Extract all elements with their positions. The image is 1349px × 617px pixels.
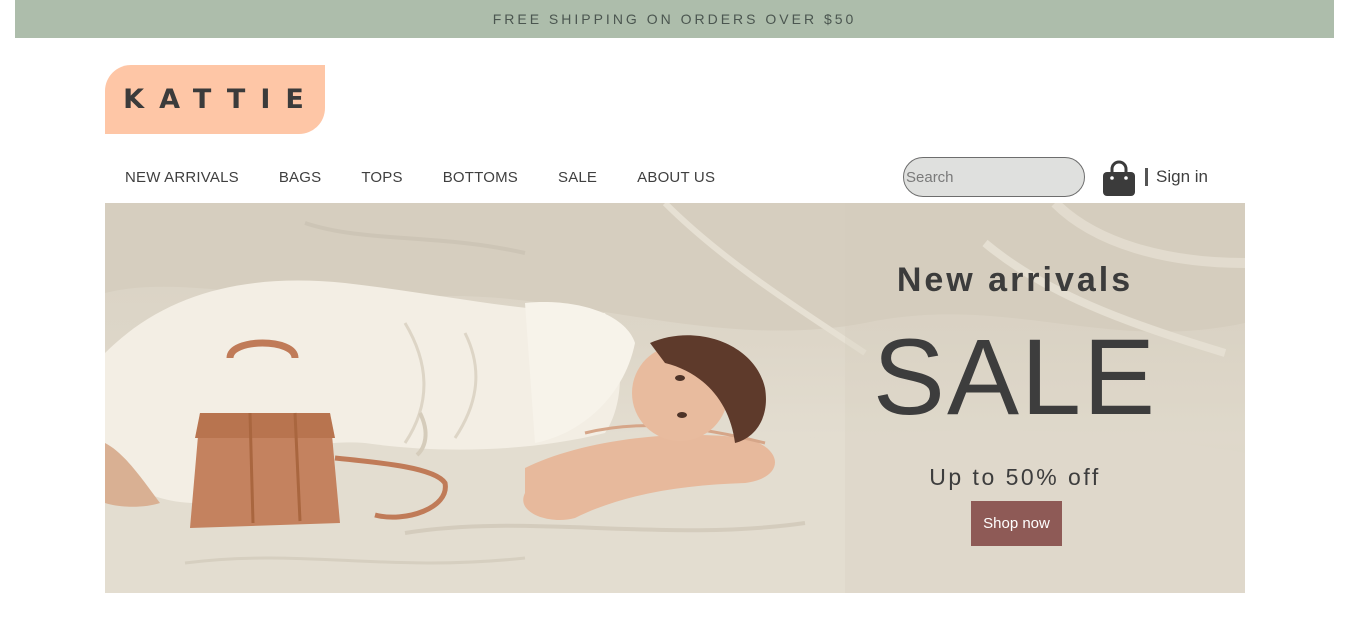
nav-item-bottoms[interactable]: BOTTOMS bbox=[443, 169, 518, 186]
cart-button[interactable] bbox=[1102, 160, 1136, 196]
main-nav: NEW ARRIVALS BAGS TOPS BOTTOMS SALE ABOU… bbox=[105, 157, 735, 197]
search-input[interactable] bbox=[903, 157, 1085, 197]
nav-item-bags[interactable]: BAGS bbox=[279, 169, 321, 186]
shop-now-button[interactable]: Shop now bbox=[971, 501, 1062, 546]
header-divider bbox=[1145, 168, 1148, 186]
promo-bar: FREE SHIPPING ON ORDERS OVER $50 bbox=[15, 0, 1334, 38]
shopping-bag-icon bbox=[1103, 160, 1135, 196]
nav-item-sale[interactable]: SALE bbox=[558, 169, 597, 186]
sign-in-link[interactable]: Sign in bbox=[1156, 167, 1208, 187]
hero-subtitle: New arrivals bbox=[896, 261, 1134, 299]
nav-item-tops[interactable]: TOPS bbox=[361, 169, 402, 186]
hero-banner: New arrivals SALE Up to 50% off Shop now bbox=[105, 203, 1245, 593]
promo-text: FREE SHIPPING ON ORDERS OVER $50 bbox=[492, 11, 857, 27]
logo-text: KATTIE bbox=[123, 84, 319, 115]
hero-title: SALE bbox=[872, 316, 1158, 437]
hero-discount: Up to 50% off bbox=[929, 464, 1101, 490]
brand-logo[interactable]: KATTIE bbox=[105, 65, 325, 134]
nav-item-new-arrivals[interactable]: NEW ARRIVALS bbox=[125, 169, 239, 186]
nav-item-about-us[interactable]: ABOUT US bbox=[637, 169, 715, 186]
